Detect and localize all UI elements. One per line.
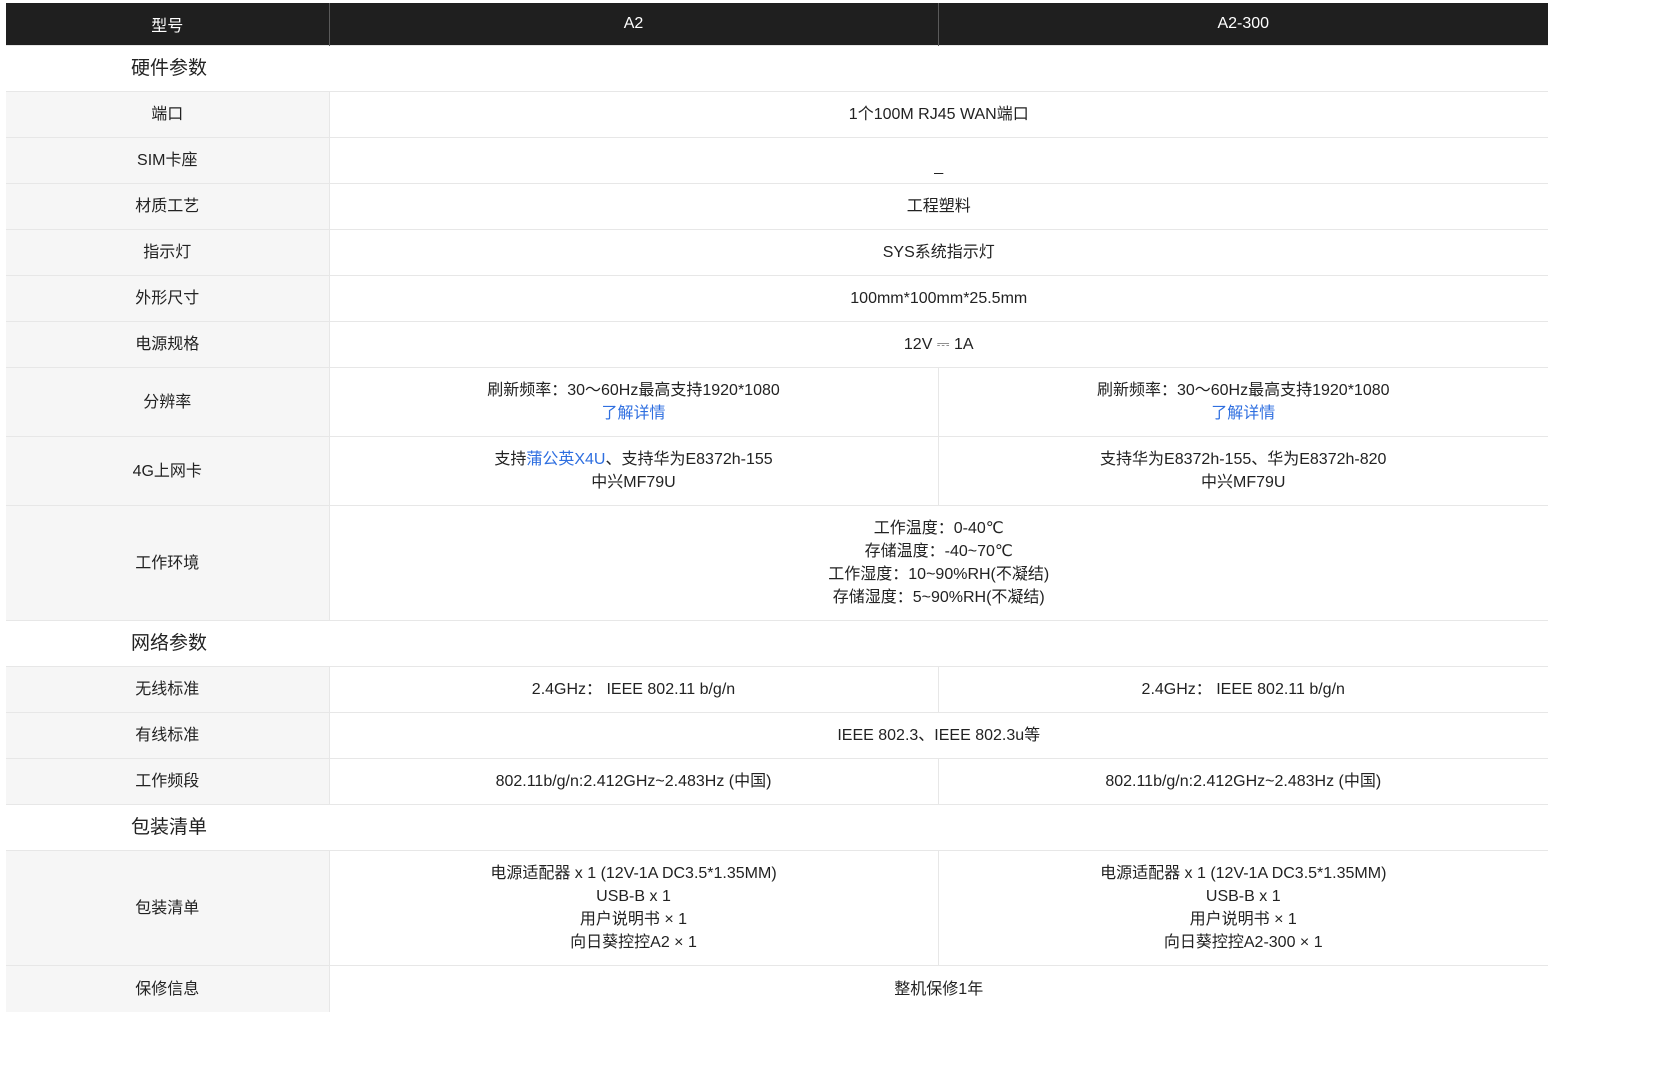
- table-row: SIM卡座 _: [6, 137, 1548, 184]
- dash-value: _: [934, 158, 944, 175]
- cell-line: USB-B x 1: [596, 888, 671, 905]
- row-value: _: [328, 137, 1548, 184]
- table-row: 有线标准 IEEE 802.3、IEEE 802.3u等: [6, 712, 1548, 759]
- cell-a2: 802.11b/g/n:2.412GHz~2.483Hz (中国): [328, 758, 938, 805]
- cell-line: 电源适配器 x 1 (12V-1A DC3.5*1.35MM): [1100, 865, 1387, 882]
- row-value: IEEE 802.3、IEEE 802.3u等: [328, 712, 1548, 759]
- section-title: 网络参数: [6, 620, 1548, 667]
- row-value: SYS系统指示灯: [328, 229, 1548, 276]
- section-network: 网络参数: [6, 620, 1548, 667]
- table-row: 端口 1个100M RJ45 WAN端口: [6, 91, 1548, 138]
- cell-line: 用户说明书 × 1: [1189, 911, 1297, 928]
- cell-text: 刷新频率：30～60Hz最高支持1920*1080: [1096, 382, 1390, 399]
- section-title: 包装清单: [6, 804, 1548, 851]
- row-value: 整机保修1年: [328, 965, 1548, 1012]
- cell-line: USB-B x 1: [1205, 888, 1281, 905]
- row-label: 工作环境: [6, 505, 329, 621]
- cell-line: 用户说明书 × 1: [579, 911, 688, 928]
- section-hardware: 硬件参数: [6, 45, 1548, 92]
- spec-table: 型号 A2 A2-300 硬件参数 端口 1个100M RJ45 WAN端口 S…: [6, 3, 1548, 1012]
- cell-line: 向日葵控控A2-300 × 1: [1163, 934, 1323, 951]
- cell-a2: 2.4GHz： IEEE 802.11 b/g/n: [328, 666, 938, 713]
- row-label: 端口: [6, 91, 329, 138]
- table-row: 工作环境 工作温度：0-40℃ 存储温度：-40~70℃ 工作湿度：10~90%…: [6, 505, 1548, 621]
- row-value: 工作温度：0-40℃ 存储温度：-40~70℃ 工作湿度：10~90%RH(不凝…: [328, 505, 1548, 621]
- cell-line: 工作湿度：10~90%RH(不凝结): [828, 566, 1050, 583]
- row-value: 100mm*100mm*25.5mm: [328, 275, 1548, 322]
- cell-a2-300: 电源适配器 x 1 (12V-1A DC3.5*1.35MM) USB-B x …: [937, 850, 1548, 966]
- table-row: 材质工艺 工程塑料: [6, 183, 1548, 230]
- row-label: 无线标准: [6, 666, 329, 713]
- row-label: SIM卡座: [6, 137, 329, 184]
- row-label: 4G上网卡: [6, 436, 329, 506]
- row-label: 工作频段: [6, 758, 329, 805]
- section-package: 包装清单: [6, 804, 1548, 851]
- row-label: 电源规格: [6, 321, 329, 368]
- header-a2-300: A2-300: [937, 3, 1548, 46]
- table-row: 包装清单 电源适配器 x 1 (12V-1A DC3.5*1.35MM) USB…: [6, 850, 1548, 966]
- cell-a2-300: 2.4GHz： IEEE 802.11 b/g/n: [937, 666, 1548, 713]
- cell-text: 刷新频率：30～60Hz最高支持1920*1080: [487, 382, 780, 399]
- cell-line: 存储温度：-40~70℃: [864, 543, 1013, 560]
- table-row: 工作频段 802.11b/g/n:2.412GHz~2.483Hz (中国) 8…: [6, 758, 1548, 805]
- cell-a2-300: 802.11b/g/n:2.412GHz~2.483Hz (中国): [937, 758, 1548, 805]
- table-row: 电源规格 12V ⎓ 1A: [6, 321, 1548, 368]
- cell-a2: 支持蒲公英X4U、支持华为E8372h-155 中兴MF79U: [328, 436, 938, 506]
- section-title: 硬件参数: [6, 45, 1548, 92]
- text-prefix: 支持: [494, 451, 527, 468]
- cell-a2: 刷新频率：30～60Hz最高支持1920*1080 了解详情: [328, 367, 938, 437]
- cell-line: 支持蒲公英X4U、支持华为E8372h-155: [338, 448, 930, 471]
- table-row: 保修信息 整机保修1年: [6, 965, 1548, 1012]
- table-row: 指示灯 SYS系统指示灯: [6, 229, 1548, 276]
- cell-a2-300: 支持华为E8372h-155、华为E8372h-820 中兴MF79U: [937, 436, 1548, 506]
- row-value: 12V ⎓ 1A: [328, 321, 1548, 368]
- row-label: 外形尺寸: [6, 275, 329, 322]
- table-row: 分辨率 刷新频率：30～60Hz最高支持1920*1080 了解详情 刷新频率：…: [6, 367, 1548, 437]
- header-a2: A2: [328, 3, 938, 46]
- row-label: 有线标准: [6, 712, 329, 759]
- cell-a2: 电源适配器 x 1 (12V-1A DC3.5*1.35MM) USB-B x …: [328, 850, 938, 966]
- cell-line: 向日葵控控A2 × 1: [570, 934, 697, 951]
- header-model-label: 型号: [6, 3, 329, 46]
- text-suffix: 、支持华为E8372h-155: [605, 451, 773, 468]
- table-row: 无线标准 2.4GHz： IEEE 802.11 b/g/n 2.4GHz： I…: [6, 666, 1548, 713]
- product-link[interactable]: 蒲公英X4U: [526, 451, 605, 468]
- row-label: 分辨率: [6, 367, 329, 437]
- row-label: 保修信息: [6, 965, 329, 1012]
- row-value: 1个100M RJ45 WAN端口: [328, 91, 1548, 138]
- table-row: 外形尺寸 100mm*100mm*25.5mm: [6, 275, 1548, 322]
- details-link[interactable]: 了解详情: [338, 402, 930, 425]
- cell-line: 电源适配器 x 1 (12V-1A DC3.5*1.35MM): [490, 865, 777, 882]
- cell-a2-300: 刷新频率：30～60Hz最高支持1920*1080 了解详情: [937, 367, 1548, 437]
- details-link[interactable]: 了解详情: [947, 402, 1541, 425]
- cell-line: 支持华为E8372h-155、华为E8372h-820: [1100, 451, 1387, 468]
- row-value: 工程塑料: [328, 183, 1548, 230]
- table-header: 型号 A2 A2-300: [6, 3, 1548, 46]
- row-label: 材质工艺: [6, 183, 329, 230]
- cell-line: 中兴MF79U: [1201, 474, 1286, 491]
- cell-line: 存储湿度：5~90%RH(不凝结): [832, 589, 1045, 606]
- table-row: 4G上网卡 支持蒲公英X4U、支持华为E8372h-155 中兴MF79U 支持…: [6, 436, 1548, 506]
- cell-line: 中兴MF79U: [591, 474, 676, 491]
- row-label: 包装清单: [6, 850, 329, 966]
- row-label: 指示灯: [6, 229, 329, 276]
- cell-line: 工作温度：0-40℃: [873, 520, 1004, 537]
